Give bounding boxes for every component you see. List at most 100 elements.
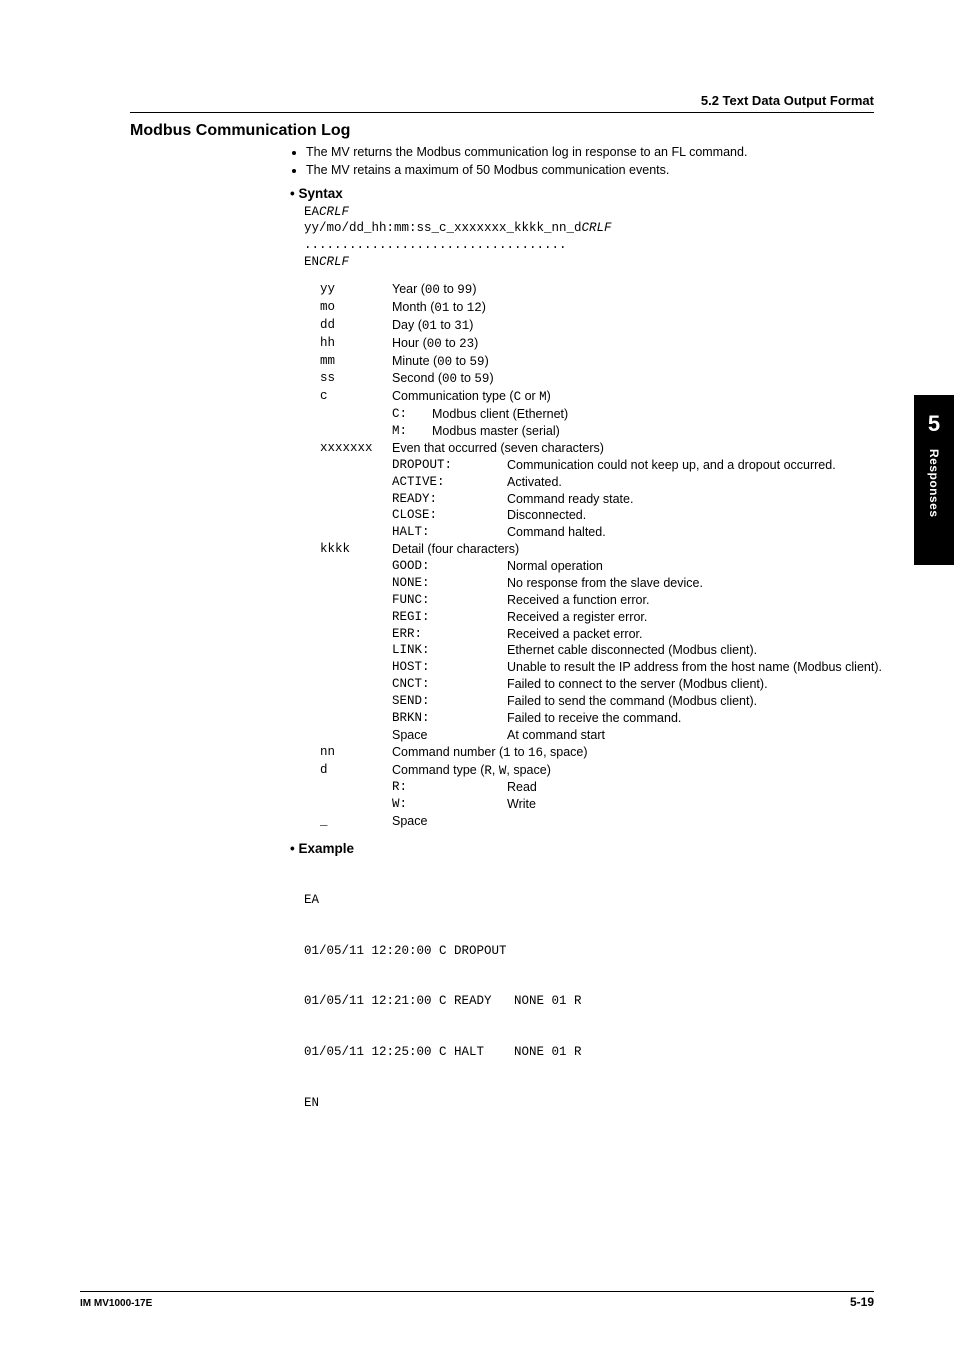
example-line: EN	[304, 1095, 884, 1112]
sub-key: W:	[392, 796, 507, 813]
example-line: 01/05/11 12:25:00 C HALT NONE 01 R	[304, 1044, 884, 1061]
footer-left: IM MV1000-17E	[80, 1297, 152, 1311]
sub-val: Received a packet error.	[507, 626, 884, 643]
sub-val: Disconnected.	[507, 507, 884, 524]
sub-val: Received a register error.	[507, 609, 884, 626]
sub-key: REGI:	[392, 609, 507, 626]
sub-key: BRKN:	[392, 710, 507, 727]
sub-key: CLOSE:	[392, 507, 507, 524]
example-heading: Example	[290, 840, 884, 858]
sub-val: Failed to send the command (Modbus clien…	[507, 693, 884, 710]
def-val: Minute (00 to 59)	[392, 353, 884, 371]
def-val: Day (01 to 31)	[392, 317, 884, 335]
intro-bullet: The MV retains a maximum of 50 Modbus co…	[306, 162, 884, 179]
def-row: kkkk Detail (four characters) GOOD:Norma…	[320, 541, 884, 744]
page: 5.2 Text Data Output Format 5 Responses …	[0, 0, 954, 1350]
def-row: mo Month (01 to 12)	[320, 299, 884, 317]
sub-key: Space	[392, 727, 507, 744]
def-key: hh	[320, 335, 392, 352]
sub-key: ACTIVE:	[392, 474, 507, 491]
syntax-heading: Syntax	[290, 185, 884, 203]
sub-val: Normal operation	[507, 558, 884, 575]
def-row: mm Minute (00 to 59)	[320, 353, 884, 371]
page-title: Modbus Communication Log	[130, 120, 884, 142]
sub-key: GOOD:	[392, 558, 507, 575]
sub-val: At command start	[507, 727, 884, 744]
example-line: 01/05/11 12:21:00 C READY NONE 01 R	[304, 993, 884, 1010]
syntax-text: ...................................	[304, 237, 884, 254]
sub-val: Read	[507, 779, 884, 796]
def-row: xxxxxxx Even that occurred (seven charac…	[320, 440, 884, 541]
def-key: yy	[320, 281, 392, 298]
sub-val: No response from the slave device.	[507, 575, 884, 592]
sub-val: Unable to result the IP address from the…	[507, 659, 884, 676]
def-key: mm	[320, 353, 392, 370]
def-val: Communication type (C or M) C:Modbus cli…	[392, 388, 884, 440]
sub-val: Write	[507, 796, 884, 813]
def-val: Year (00 to 99)	[392, 281, 884, 299]
example-line: EA	[304, 892, 884, 909]
sub-val: Received a function error.	[507, 592, 884, 609]
sub-val: Communication could not keep up, and a d…	[507, 457, 884, 474]
def-key: mo	[320, 299, 392, 316]
sub-key: M:	[392, 423, 432, 440]
def-row: c Communication type (C or M) C:Modbus c…	[320, 388, 884, 440]
sub-key: HOST:	[392, 659, 507, 676]
syntax-crlf: CRLF	[582, 221, 612, 235]
sub-key: HALT:	[392, 524, 507, 541]
sub-key: LINK:	[392, 642, 507, 659]
def-key: d	[320, 762, 392, 779]
sub-val: Activated.	[507, 474, 884, 491]
def-val: Detail (four characters) GOOD:Normal ope…	[392, 541, 884, 744]
intro-bullet: The MV returns the Modbus communication …	[306, 144, 884, 161]
def-key: xxxxxxx	[320, 440, 392, 457]
def-val: Command number (1 to 16, space)	[392, 744, 884, 762]
example-block: EA 01/05/11 12:20:00 C DROPOUT 01/05/11 …	[304, 858, 884, 1145]
footer-right: 5-19	[850, 1294, 874, 1310]
syntax-text: yy/mo/dd_hh:mm:ss_c_xxxxxxx_kkkk_nn_d	[304, 221, 582, 235]
def-key: nn	[320, 744, 392, 761]
syntax-text: EN	[304, 255, 319, 269]
sub-key: NONE:	[392, 575, 507, 592]
syntax-block: EACRLF yy/mo/dd_hh:mm:ss_c_xxxxxxx_kkkk_…	[304, 204, 884, 272]
sub-key: SEND:	[392, 693, 507, 710]
footer-rule	[80, 1291, 874, 1292]
def-key: kkkk	[320, 541, 392, 558]
syntax-crlf: CRLF	[319, 205, 349, 219]
def-val: Command type (R, W, space) R:Read W:Writ…	[392, 762, 884, 814]
def-key: dd	[320, 317, 392, 334]
sub-val: Modbus client (Ethernet)	[432, 406, 884, 423]
def-key: c	[320, 388, 392, 405]
def-key: ss	[320, 370, 392, 387]
def-row: ss Second (00 to 59)	[320, 370, 884, 388]
content: The MV returns the Modbus communication …	[290, 144, 884, 1146]
sub-key: C:	[392, 406, 432, 423]
syntax-text: EA	[304, 205, 319, 219]
intro-list: The MV returns the Modbus communication …	[290, 144, 884, 180]
definition-table: yy Year (00 to 99) mo Month (01 to 12) d…	[320, 281, 884, 830]
def-row: hh Hour (00 to 23)	[320, 335, 884, 353]
def-val: Even that occurred (seven characters) DR…	[392, 440, 884, 541]
running-header: 5.2 Text Data Output Format	[701, 92, 874, 110]
def-row: d Command type (R, W, space) R:Read W:Wr…	[320, 762, 884, 814]
def-row: yy Year (00 to 99)	[320, 281, 884, 299]
def-val: Hour (00 to 23)	[392, 335, 884, 353]
chapter-number: 5	[914, 409, 954, 439]
chapter-tab: 5 Responses	[914, 395, 954, 565]
sub-val: Ethernet cable disconnected (Modbus clie…	[507, 642, 884, 659]
sub-key: FUNC:	[392, 592, 507, 609]
def-val: Month (01 to 12)	[392, 299, 884, 317]
header-rule	[130, 112, 874, 113]
def-val: Second (00 to 59)	[392, 370, 884, 388]
def-row: nn Command number (1 to 16, space)	[320, 744, 884, 762]
sub-val: Failed to connect to the server (Modbus …	[507, 676, 884, 693]
chapter-label: Responses	[926, 449, 942, 518]
def-key: _	[320, 813, 392, 830]
sub-key: ERR:	[392, 626, 507, 643]
example-line: 01/05/11 12:20:00 C DROPOUT	[304, 943, 884, 960]
syntax-crlf: CRLF	[319, 255, 349, 269]
sub-key: CNCT:	[392, 676, 507, 693]
def-row: _ Space	[320, 813, 884, 830]
sub-val: Command ready state.	[507, 491, 884, 508]
def-row: dd Day (01 to 31)	[320, 317, 884, 335]
